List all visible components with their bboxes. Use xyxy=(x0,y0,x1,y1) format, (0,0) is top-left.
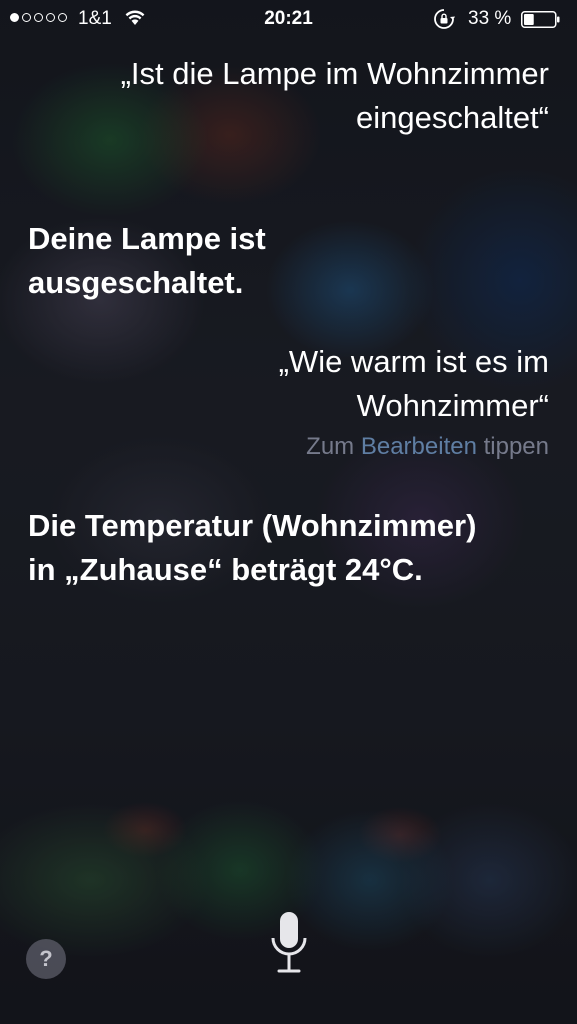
tap-to-edit-hint[interactable]: Zum Bearbeiten tippen xyxy=(306,433,549,461)
help-button[interactable]: ? xyxy=(26,939,66,979)
user-query-2[interactable]: „Wie warm ist es im Wohnzimmer“ xyxy=(129,340,549,428)
tap-hint-edit-word: Bearbeiten xyxy=(360,433,477,460)
status-bar: 1&1 20:21 33 % xyxy=(0,0,577,40)
tap-hint-suffix: tippen xyxy=(483,433,549,460)
battery-icon xyxy=(521,11,560,28)
siri-answer-1: Deine Lampe ist ausgeschaltet. xyxy=(28,221,266,300)
question-mark-icon: ? xyxy=(39,946,53,971)
user-query-1: „Ist die Lampe im Wohnzimmer eingeschalt… xyxy=(120,56,549,135)
microphone-icon[interactable] xyxy=(268,910,310,980)
battery-percentage: 33 % xyxy=(468,8,512,29)
siri-answer-2: Die Temperatur (Wohnzimmer) in „Zuhause“… xyxy=(28,508,477,587)
tap-hint-prefix: Zum xyxy=(306,433,355,460)
rotation-lock-icon xyxy=(434,9,455,29)
